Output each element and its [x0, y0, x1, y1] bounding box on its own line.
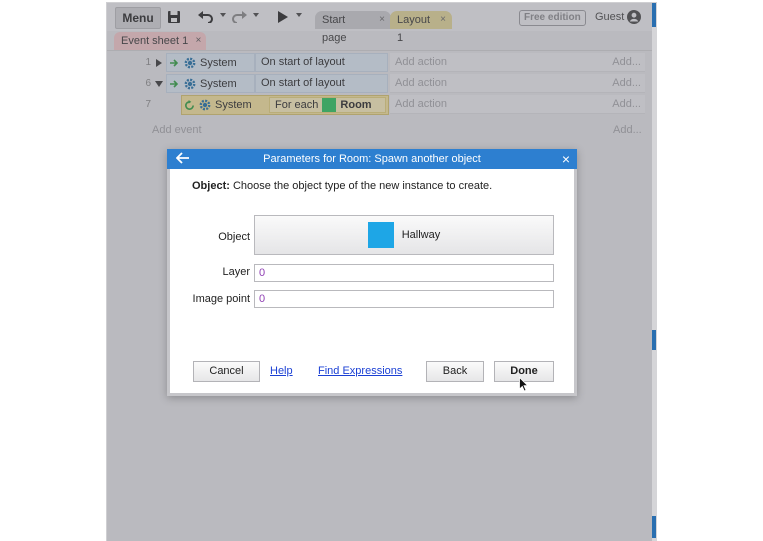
back-arrow-icon[interactable] — [175, 151, 191, 167]
object-picker-button[interactable]: Hallway — [254, 215, 554, 255]
dialog-title: Parameters for Room: Spawn another objec… — [263, 153, 481, 165]
description-label: Object: — [192, 180, 230, 192]
cancel-button[interactable]: Cancel — [193, 361, 260, 382]
image-point-label: Image point — [192, 293, 250, 305]
dialog-description: Object: Choose the object type of the ne… — [192, 180, 492, 192]
layer-input[interactable]: 0 — [254, 264, 554, 282]
description-text: Choose the object type of the new instan… — [229, 180, 493, 192]
edge-marker — [652, 516, 656, 538]
dialog-title-bar: Parameters for Room: Spawn another objec… — [167, 149, 577, 169]
image-point-input[interactable]: 0 — [254, 290, 554, 308]
layer-label: Layer — [222, 266, 250, 278]
object-label: Object — [218, 231, 250, 243]
edge-marker — [652, 3, 656, 27]
scrollbar-strip — [652, 3, 657, 541]
parameters-dialog: Parameters for Room: Spawn another objec… — [167, 149, 577, 396]
edge-marker — [652, 330, 656, 350]
help-link[interactable]: Help — [270, 365, 293, 377]
close-icon[interactable]: × — [562, 149, 570, 169]
hallway-object-icon — [367, 222, 394, 248]
find-expressions-link[interactable]: Find Expressions — [318, 365, 402, 377]
back-button[interactable]: Back — [426, 361, 484, 382]
object-value: Hallway — [401, 229, 441, 241]
mouse-cursor-icon — [519, 376, 529, 392]
